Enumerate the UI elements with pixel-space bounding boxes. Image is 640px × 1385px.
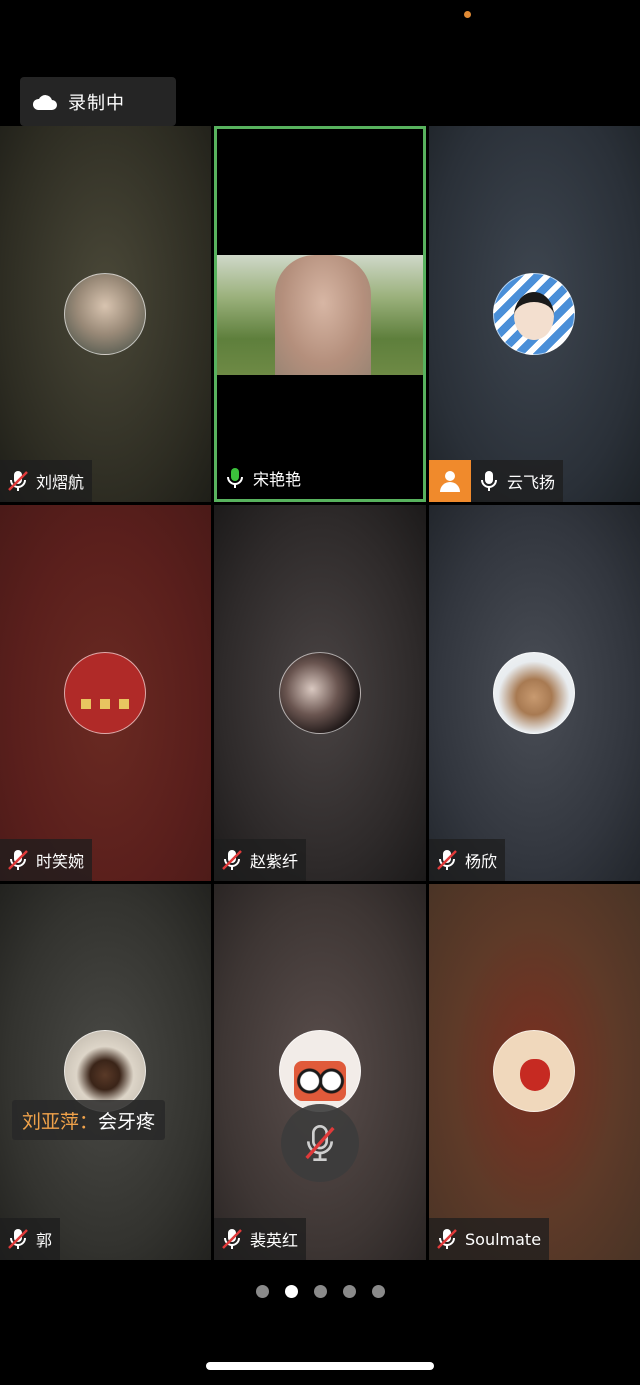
status-indicator-dot [464,11,471,18]
page-indicator[interactable] [0,1285,640,1298]
participant-name: 宋艳艳 [253,470,302,489]
avatar [493,1030,575,1112]
participant-tile[interactable]: 杨欣 [429,505,640,881]
name-bar: 赵紫纤 [214,839,307,881]
participant-tile[interactable]: Soulmate [429,884,640,1260]
participant-name: 裴英红 [250,1231,299,1250]
participant-name: Soulmate [465,1229,542,1249]
page-dot-current[interactable] [284,1285,298,1298]
name-bar: 时笑婉 [0,839,93,881]
avatar [493,273,575,355]
caption-speaker: 刘亚萍： [22,1110,99,1133]
caption-text: 会牙疼 [98,1110,156,1133]
avatar-figures [81,699,129,709]
name-bar: Soulmate [429,1218,550,1260]
name-bar: 郭 [0,1218,61,1260]
avatar [279,1030,361,1112]
host-badge [429,460,471,502]
avatar [64,273,146,355]
name-bar: 云飞扬 [429,460,564,502]
name-bar: 裴英红 [214,1218,307,1260]
participant-face [275,255,371,375]
avatar [279,652,361,734]
page-dot[interactable] [342,1285,356,1298]
participant-tile[interactable]: 裴英红 [214,884,426,1260]
person-icon [440,471,460,492]
avatar-cartoon [294,1061,346,1101]
mic-muted-icon [222,850,242,870]
mic-on-icon [227,468,243,488]
participant-tile[interactable]: 时笑婉 [0,505,211,881]
participant-tile[interactable]: 赵紫纤 [214,505,426,881]
participant-name: 赵紫纤 [250,852,299,871]
avatar [64,652,146,734]
cloud-icon [32,94,57,110]
participant-name: 云飞扬 [507,473,556,492]
participant-name: 郭 [36,1231,53,1250]
mic-on-icon [481,471,497,491]
participant-grid: 刘熠航 宋艳艳 云飞扬 时笑婉 赵紫纤 杨欣 郭 裴英红 Soulmate [0,126,640,1260]
page-dot[interactable] [255,1285,269,1298]
mic-muted-icon [437,1229,457,1249]
avatar-face [514,292,554,340]
live-caption: 刘亚萍： 会牙疼 [12,1100,166,1140]
mic-muted-icon [8,1229,28,1249]
participant-tile[interactable]: 云飞扬 [429,126,640,502]
home-indicator[interactable] [206,1362,434,1370]
mic-muted-icon [437,850,457,870]
participant-name: 时笑婉 [36,852,85,871]
name-bar: 杨欣 [429,839,506,881]
name-bar: 宋艳艳 [217,457,309,499]
recording-indicator[interactable]: 录制中 [20,77,176,126]
money-bag-figure [520,1059,550,1091]
participant-tile[interactable]: 郭 [0,884,211,1260]
page-dot[interactable] [371,1285,385,1298]
mic-muted-icon [8,850,28,870]
recording-label: 录制中 [68,92,125,114]
mic-muted-icon [8,471,28,491]
participant-name: 杨欣 [465,852,498,871]
page-dot[interactable] [313,1285,327,1298]
participant-name: 刘熠航 [36,473,85,492]
avatar [493,652,575,734]
mic-muted-icon [305,1125,335,1161]
mic-muted-icon [222,1229,242,1249]
name-bar: 刘熠航 [0,460,93,502]
mute-toggle-button[interactable] [281,1104,359,1182]
video-feed [217,255,423,375]
participant-tile[interactable]: 刘熠航 [0,126,211,502]
participant-tile-active[interactable]: 宋艳艳 [214,126,426,502]
